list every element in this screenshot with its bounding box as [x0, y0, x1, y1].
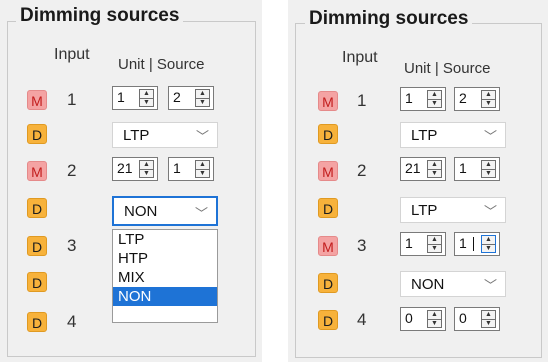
up-down-arrows-icon[interactable]: ▲ ▼	[139, 160, 154, 178]
dimmer-button-input-1[interactable]: D	[318, 124, 338, 144]
source-value: 0	[459, 310, 467, 326]
mode-select-input-2[interactable]: LTP ﹀	[400, 197, 506, 223]
up-down-arrows-icon[interactable]: ▲ ▼	[481, 160, 496, 178]
source-spinbox-input-1[interactable]: 2 ▲ ▼	[168, 86, 214, 110]
source-value: 1	[173, 160, 181, 176]
input-number-3: 3	[357, 236, 367, 255]
source-value: 2	[173, 89, 181, 105]
mode-value: LTP	[411, 202, 438, 219]
unit-spinbox-input-1[interactable]: 1 ▲ ▼	[400, 87, 446, 111]
source-value: 2	[459, 90, 467, 106]
up-down-arrows-icon[interactable]: ▲ ▼	[139, 89, 154, 107]
chevron-down-icon: ﹀	[483, 129, 497, 144]
source-value: 1	[459, 160, 467, 176]
master-button-input-1[interactable]: M	[318, 91, 338, 111]
chevron-down-icon: ﹀	[483, 278, 497, 293]
groupbox-legend: Dimming sources	[305, 8, 473, 30]
input-number-3: 3	[67, 236, 77, 255]
text-cursor	[473, 237, 474, 251]
master-button-input-1[interactable]: M	[27, 90, 47, 110]
up-down-arrows-icon[interactable]: ▲ ▼	[195, 89, 210, 107]
dropdown-option-non[interactable]: NON	[113, 287, 217, 306]
source-value: 1	[459, 235, 467, 251]
source-spinbox-input-2[interactable]: 1 ▲ ▼	[454, 157, 500, 181]
source-spinbox-input-2[interactable]: 1 ▲ ▼	[168, 157, 214, 181]
chevron-down-icon: ﹀	[195, 129, 209, 144]
dimmer-button-input-2[interactable]: D	[318, 198, 338, 218]
unit-value: 21	[117, 160, 133, 176]
source-spinbox-input-4[interactable]: 0 ▲ ▼	[454, 307, 500, 331]
input-number-2: 2	[67, 161, 77, 180]
up-down-arrows-icon[interactable]: ▲ ▼	[427, 90, 442, 108]
unit-value: 1	[405, 235, 413, 251]
mode-select-input-1[interactable]: LTP ﹀	[400, 122, 506, 148]
unit-value: 21	[405, 160, 421, 176]
unit-value: 0	[405, 310, 413, 326]
dimmer-button-input-4[interactable]: D	[318, 310, 338, 330]
up-down-arrows-icon[interactable]: ▲ ▼	[427, 160, 442, 178]
unit-spinbox-input-3[interactable]: 1 ▲ ▼	[400, 232, 446, 256]
mode-value: LTP	[411, 127, 438, 144]
unit-spinbox-input-2[interactable]: 21 ▲ ▼	[400, 157, 446, 181]
master-button-input-3[interactable]: M	[318, 236, 338, 256]
mode-dropdown-list: LTP HTP MIX NON	[112, 229, 218, 323]
master-button-input-2[interactable]: M	[27, 161, 47, 181]
input-number-4: 4	[357, 310, 367, 329]
dimming-sources-panel-right: Dimming sources Input Unit | Source M 1 …	[288, 0, 548, 362]
header-input: Input	[342, 49, 378, 66]
input-number-2: 2	[357, 161, 367, 180]
source-spinbox-input-3[interactable]: 1 ▲ ▼	[454, 232, 500, 256]
mode-select-input-3[interactable]: NON ﹀	[400, 271, 506, 297]
mode-select-input-2[interactable]: NON ﹀	[112, 196, 218, 226]
up-down-arrows-icon[interactable]: ▲ ▼	[481, 90, 496, 108]
source-spinbox-input-1[interactable]: 2 ▲ ▼	[454, 87, 500, 111]
up-down-arrows-icon[interactable]: ▲ ▼	[195, 160, 210, 178]
dimmer-button-input-3[interactable]: D	[318, 273, 338, 293]
dropdown-option-ltp[interactable]: LTP	[113, 230, 217, 249]
mode-select-input-1[interactable]: LTP ﹀	[112, 122, 218, 148]
master-button-input-2[interactable]: M	[318, 161, 338, 181]
unit-spinbox-input-1[interactable]: 1 ▲ ▼	[112, 86, 158, 110]
up-down-arrows-icon[interactable]: ▲ ▼	[427, 235, 442, 253]
unit-value: 1	[405, 90, 413, 106]
unit-value: 1	[117, 89, 125, 105]
unit-spinbox-input-4[interactable]: 0 ▲ ▼	[400, 307, 446, 331]
dimming-sources-panel-left: Dimming sources Input Unit | Source M 1 …	[0, 0, 262, 362]
mode-value: LTP	[123, 127, 150, 144]
mode-value: NON	[411, 276, 445, 293]
up-down-arrows-icon[interactable]: ▲ ▼	[481, 310, 496, 328]
input-number-1: 1	[357, 91, 367, 110]
header-input: Input	[54, 46, 90, 63]
up-down-arrows-icon[interactable]: ▲ ▼	[427, 310, 442, 328]
dimmer-button-input-2[interactable]: D	[27, 198, 47, 218]
header-unit-source: Unit | Source	[118, 56, 205, 73]
groupbox-legend: Dimming sources	[16, 5, 184, 27]
dimmer-button-input-3[interactable]: D	[27, 236, 47, 256]
input-number-4: 4	[67, 312, 77, 331]
dropdown-option-mix[interactable]: MIX	[113, 268, 217, 287]
dimmer-button-input-4[interactable]: D	[27, 312, 47, 332]
header-unit-source: Unit | Source	[404, 60, 491, 77]
dropdown-option-htp[interactable]: HTP	[113, 249, 217, 268]
unit-spinbox-input-2[interactable]: 21 ▲ ▼	[112, 157, 158, 181]
mode-value: NON	[124, 203, 158, 220]
input-number-1: 1	[67, 90, 77, 109]
up-down-arrows-icon[interactable]: ▲ ▼	[481, 235, 496, 253]
dimmer-button-input-1[interactable]: D	[27, 124, 47, 144]
chevron-down-icon: ﹀	[194, 206, 208, 221]
chevron-down-icon: ﹀	[483, 204, 497, 219]
dimmer-button-input-3b[interactable]: D	[27, 272, 47, 292]
